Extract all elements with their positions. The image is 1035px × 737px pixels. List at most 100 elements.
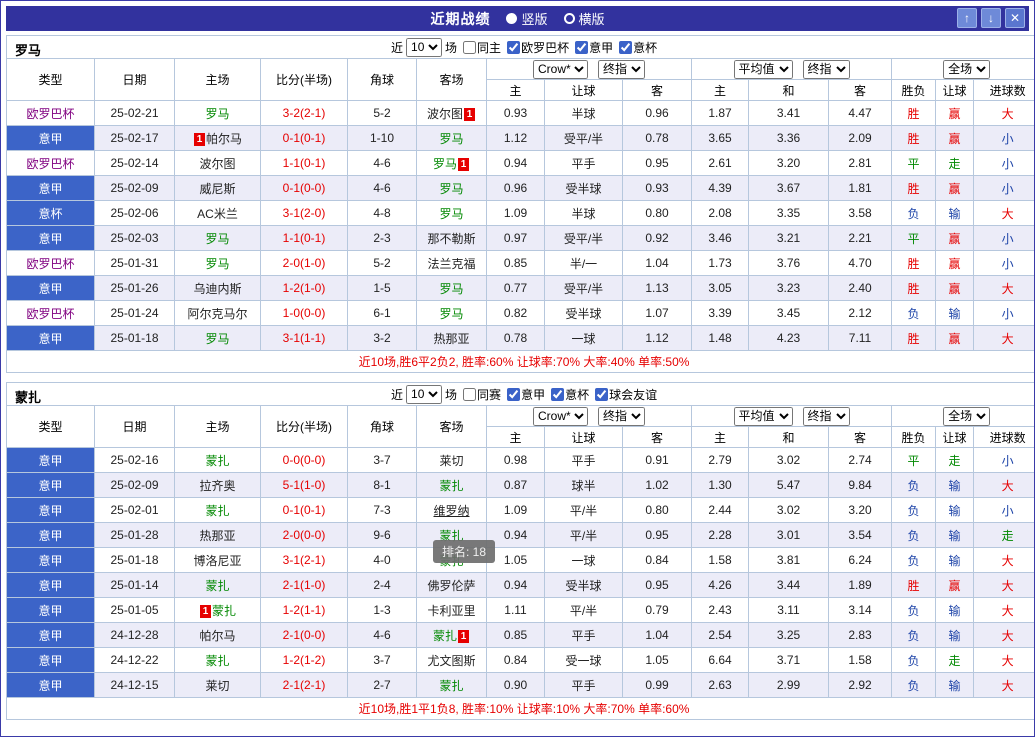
home-team-name[interactable]: 罗马	[205, 332, 229, 346]
club-friendly-checkbox[interactable]	[595, 387, 609, 401]
away-team-name[interactable]: 罗马	[439, 207, 463, 221]
same-venue-checkbox[interactable]	[463, 40, 477, 54]
col-goals: 进球数	[972, 426, 1034, 448]
score-cell: 2-0(0-0)	[260, 522, 348, 548]
result-cell: 平	[891, 447, 936, 473]
away-team-name[interactable]: 莱切	[439, 454, 463, 468]
italy-cup-filter[interactable]: 意杯	[551, 386, 589, 403]
home-team-name[interactable]: 蒙扎	[205, 654, 229, 668]
home-team-name[interactable]: 蒙扎	[205, 504, 229, 518]
close-button[interactable]: ✕	[1005, 8, 1025, 28]
home-team-name[interactable]: 帕尔马	[206, 132, 242, 146]
europa-league-filter[interactable]: 欧罗巴杯	[507, 39, 569, 56]
average-select[interactable]: 平均值	[733, 59, 793, 79]
serie-a-filter[interactable]: 意甲	[507, 386, 545, 403]
league-cell: 意甲	[6, 597, 95, 623]
home-team-name[interactable]: 蒙扎	[212, 604, 236, 618]
avg-home-cell: 4.39	[691, 175, 749, 201]
move-down-button[interactable]: ↓	[981, 8, 1001, 28]
away-team-name[interactable]: 蒙扎	[439, 479, 463, 493]
home-odds-cell: 0.85	[486, 622, 545, 648]
italy-cup-filter[interactable]: 意杯	[619, 39, 657, 56]
home-team-name[interactable]: 蒙扎	[205, 579, 229, 593]
away-team-name[interactable]: 尤文图斯	[427, 654, 475, 668]
goals-cell: 大	[972, 597, 1034, 623]
away-team-name[interactable]: 卡利亚里	[427, 604, 475, 618]
same-venue-filter[interactable]: 同主	[463, 39, 501, 56]
date-cell: 25-01-05	[94, 597, 175, 623]
scope-select[interactable]: 全场	[943, 59, 991, 79]
away-team-name[interactable]: 罗马	[439, 282, 463, 296]
avg-draw-cell: 5.47	[748, 472, 829, 498]
score-cell: 0-1(0-1)	[260, 125, 348, 151]
score-cell: 1-2(1-2)	[260, 647, 348, 673]
away-team-name[interactable]: 那不勒斯	[427, 232, 475, 246]
home-team-name[interactable]: 热那亚	[199, 529, 235, 543]
match-row: 欧罗巴杯 25-02-14 波尔图 1-1(0-1) 4-6 罗马 1 0.94 平手 0.95 2…	[6, 150, 1034, 176]
home-team-name[interactable]: 阿尔克马尔	[187, 307, 247, 321]
average-select[interactable]: 平均值	[733, 406, 793, 426]
away-team-name[interactable]: 佛罗伦萨	[427, 579, 475, 593]
match-count-select[interactable]: 10	[406, 384, 443, 404]
home-team-name[interactable]: 拉齐奥	[199, 479, 235, 493]
filter-row: 罗马 近 10 场 同主 欧罗巴杯 意甲 意杯	[5, 35, 1034, 59]
away-team-name[interactable]: 蒙扎	[439, 679, 463, 693]
score-cell: 2-1(0-0)	[260, 622, 348, 648]
date-cell: 25-02-06	[94, 200, 175, 226]
europa-league-checkbox[interactable]	[507, 40, 521, 54]
home-team-name[interactable]: AC米兰	[197, 207, 238, 221]
home-team-name[interactable]: 波尔图	[199, 157, 235, 171]
match-row: 意甲 24-12-22 蒙扎 1-2(1-2) 3-7 尤文图斯 0.84 受一球 1.05 6.…	[6, 647, 1034, 673]
away-team-cell: 罗马 1	[416, 150, 487, 176]
home-team-cell: 热那亚	[174, 522, 261, 548]
home-team-name[interactable]: 乌迪内斯	[193, 282, 241, 296]
away-team-name[interactable]: 法兰克福	[427, 257, 475, 271]
home-team-name[interactable]: 蒙扎	[205, 454, 229, 468]
away-team-name[interactable]: 罗马	[439, 307, 463, 321]
home-team-name[interactable]: 罗马	[205, 232, 229, 246]
radio-button-icon[interactable]	[506, 13, 518, 24]
col-handicap-result: 让球	[935, 79, 974, 101]
move-up-button[interactable]: ↑	[957, 8, 977, 28]
home-team-name[interactable]: 罗马	[205, 107, 229, 121]
home-team-name[interactable]: 帕尔马	[199, 629, 235, 643]
col-home: 主场	[174, 58, 261, 101]
away-team-name[interactable]: 蒙扎	[433, 629, 457, 643]
same-competition-filter[interactable]: 同赛	[463, 386, 501, 403]
odds-source-select[interactable]: Crow*	[533, 59, 588, 79]
away-team-name[interactable]: 罗马	[439, 132, 463, 146]
odds-source-select[interactable]: Crow*	[533, 406, 588, 426]
serie-a-checkbox[interactable]	[507, 387, 521, 401]
odds-mode-select[interactable]: 终指	[598, 406, 645, 426]
away-team-name[interactable]: 维罗纳	[433, 504, 469, 518]
window-buttons: ↑ ↓ ✕	[957, 8, 1025, 28]
away-team-name[interactable]: 热那亚	[433, 332, 469, 346]
away-team-name[interactable]: 波尔图	[427, 107, 463, 121]
scope-select[interactable]: 全场	[943, 406, 991, 426]
italy-cup-checkbox[interactable]	[619, 40, 633, 54]
home-team-name[interactable]: 莱切	[205, 679, 229, 693]
italy-cup-checkbox[interactable]	[551, 387, 565, 401]
average-mode-select[interactable]: 终指	[802, 59, 850, 79]
radio-button-icon[interactable]	[563, 13, 575, 24]
same-competition-checkbox[interactable]	[463, 387, 477, 401]
match-count-select[interactable]: 10	[406, 37, 443, 57]
away-team-name[interactable]: 罗马	[439, 182, 463, 196]
away-team-name[interactable]: 罗马	[433, 157, 457, 171]
average-mode-select[interactable]: 终指	[802, 406, 850, 426]
handicap-cell: 平/半	[544, 522, 623, 548]
radio-horizontal-layout[interactable]: 横版	[563, 9, 605, 28]
handicap-cell: 平手	[544, 150, 623, 176]
odds-mode-select[interactable]: 终指	[598, 59, 645, 79]
avg-draw-cell: 3.36	[748, 125, 829, 151]
club-friendly-filter[interactable]: 球会友谊	[595, 386, 657, 403]
match-row: 意甲 25-02-17 1 帕尔马 0-1(0-1) 1-10 罗马 1.12 受平/半 0.78…	[6, 125, 1034, 151]
home-team-name[interactable]: 博洛尼亚	[193, 554, 241, 568]
serie-a-checkbox[interactable]	[575, 40, 589, 54]
home-team-name[interactable]: 威尼斯	[199, 182, 235, 196]
avg-away-cell: 2.09	[828, 125, 892, 151]
radio-vertical-layout[interactable]: 竖版	[506, 9, 548, 28]
avg-draw-cell: 3.02	[748, 497, 829, 523]
home-team-name[interactable]: 罗马	[205, 257, 229, 271]
serie-a-filter[interactable]: 意甲	[575, 39, 613, 56]
